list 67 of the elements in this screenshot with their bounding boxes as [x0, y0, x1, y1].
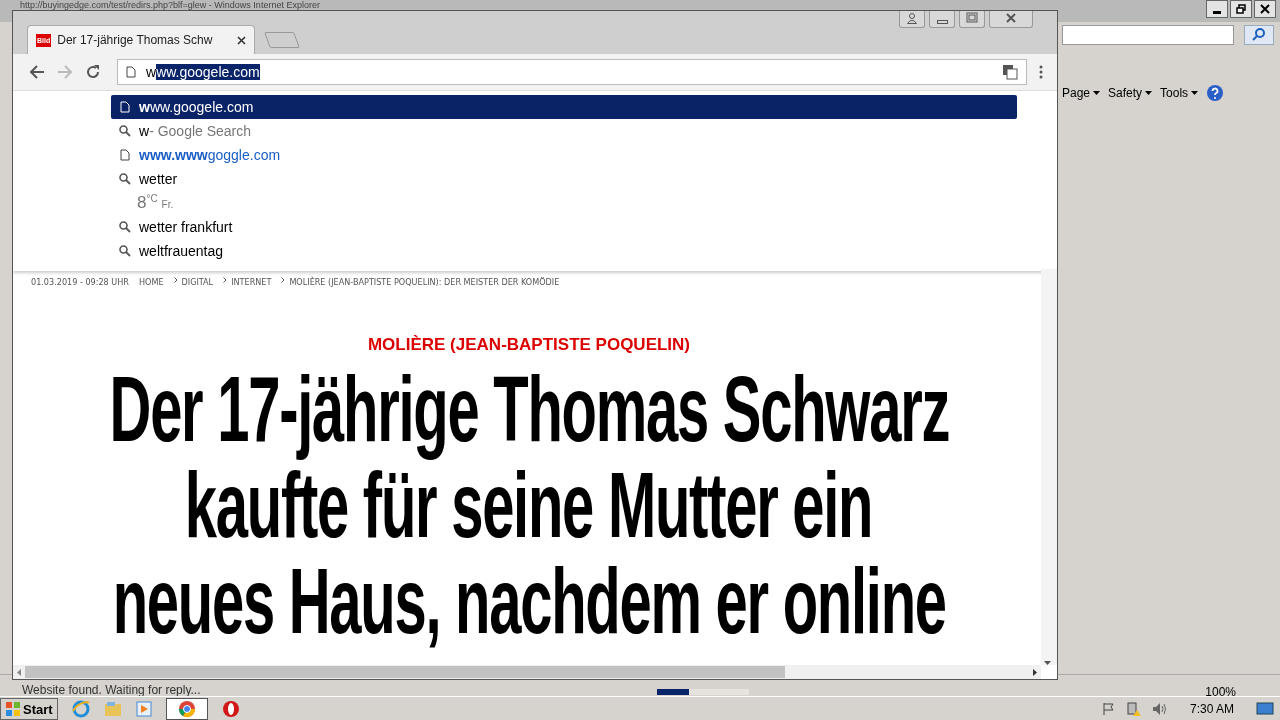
status-text: Website found. Waiting for reply... — [22, 682, 202, 697]
search-field[interactable] — [1062, 25, 1234, 45]
page-icon — [126, 66, 136, 78]
suggestion-item[interactable]: www.wwwgoggle.com — [111, 143, 1017, 167]
close-button[interactable] — [1254, 0, 1276, 18]
windows-logo-icon — [5, 701, 21, 717]
vertical-scrollbar[interactable] — [1041, 269, 1057, 665]
caret-icon — [1093, 91, 1101, 95]
menu-button[interactable]: Tools — [1160, 86, 1199, 100]
breadcrumb-link[interactable]: HOME — [138, 277, 164, 287]
zoom-level[interactable]: 100% — [1205, 685, 1236, 699]
browser-icon — [177, 700, 196, 718]
restore-button[interactable] — [1230, 0, 1252, 18]
suggestion-item[interactable]: weltfrauentag — [111, 239, 1017, 263]
reload-icon[interactable] — [85, 64, 101, 80]
close-icon[interactable] — [237, 35, 246, 45]
suggestion-item[interactable]: wetter frankfurt — [111, 215, 1017, 239]
window-title: http://buyingedge.com/test/redirs.php?blf=glew - Windows Internet Explorer — [20, 0, 320, 10]
person-icon — [906, 11, 918, 24]
caret-icon — [1145, 91, 1153, 95]
suggestion-item[interactable]: wetter — [111, 167, 1017, 191]
page-icon — [119, 101, 131, 113]
tab-title: Der 17-jährige Thomas Schw — [57, 33, 214, 47]
suggestion-item[interactable]: www.googele.com — [111, 95, 1017, 119]
arrow-down-icon[interactable] — [1044, 661, 1051, 665]
search-icon — [119, 245, 131, 257]
arrow-right-icon[interactable] — [1033, 668, 1037, 676]
show-desktop-icon[interactable] — [1256, 702, 1274, 716]
chevron-icon — [281, 277, 286, 283]
help-icon[interactable] — [1206, 84, 1225, 102]
start-button[interactable]: Start — [0, 698, 58, 720]
menu-icon[interactable] — [1039, 65, 1043, 79]
arrow-left-icon[interactable] — [17, 668, 21, 676]
menu-button[interactable]: Safety — [1108, 86, 1153, 100]
search-icon — [119, 125, 131, 137]
search-icon — [119, 173, 131, 185]
page-icon — [119, 149, 131, 161]
back-icon[interactable] — [29, 64, 45, 80]
taskbar-button[interactable] — [165, 698, 208, 720]
horizontal-scrollbar[interactable] — [13, 665, 1041, 679]
chevron-icon — [173, 277, 178, 283]
breadcrumb-link[interactable]: MOLIÈRE (JEAN-BAPTISTE POQUELIN): DER MEISTER DER KOMÖDIE — [289, 277, 560, 287]
flag-icon[interactable] — [1101, 702, 1116, 716]
close-icon — [1260, 4, 1270, 14]
search-icon — [1252, 26, 1266, 41]
headline-line: neues Haus, nachdem er online — [112, 553, 946, 649]
restore-icon — [1236, 4, 1246, 14]
close-icon — [1005, 11, 1017, 24]
breadcrumb-link[interactable]: INTERNET — [231, 277, 272, 287]
caret-icon — [1191, 91, 1199, 95]
network-icon[interactable] — [1125, 701, 1142, 717]
suggestion-item[interactable]: 8$^{°C}$ Fr. — [111, 191, 1017, 215]
chevron-icon — [223, 277, 228, 283]
menu-button[interactable]: Page — [1062, 86, 1101, 100]
search-icon — [119, 221, 131, 233]
breadcrumb-link[interactable]: DIGITAL — [181, 277, 214, 287]
minimize-icon — [1213, 10, 1221, 14]
article-date: 01.03.2019 - 09:28 UHR — [31, 277, 129, 287]
volume-icon[interactable] — [1151, 702, 1168, 716]
search-button[interactable] — [1244, 25, 1274, 45]
suggestion-item[interactable]: w- Google Search — [111, 119, 1017, 143]
profile-button[interactable] — [899, 11, 925, 28]
minimize-button[interactable] — [1206, 0, 1228, 18]
translate-icon[interactable] — [1002, 64, 1018, 80]
article-kicker: MOLIÈRE (JEAN-BAPTISTE POQUELIN) — [366, 335, 692, 355]
minimize-icon — [936, 19, 948, 24]
clock[interactable]: 7:30 AM — [1189, 702, 1234, 716]
